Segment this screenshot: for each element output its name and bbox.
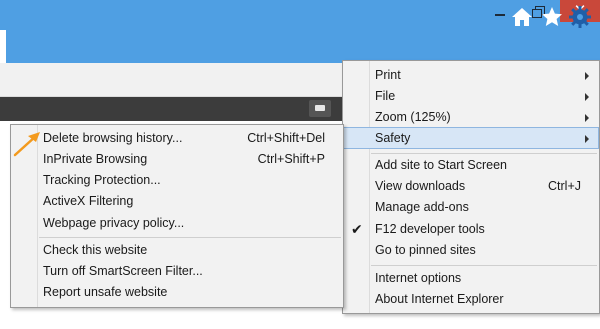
menu-item-print[interactable]: Print <box>343 65 599 86</box>
menu-item-pinned-sites[interactable]: Go to pinned sites <box>343 240 599 261</box>
tools-menu: Print File Zoom (125%) Safety Add site t… <box>342 60 600 314</box>
annotation-arrow-icon <box>13 132 40 157</box>
menu-item-manage-addons[interactable]: Manage add-ons <box>343 197 599 218</box>
menu-item-file[interactable]: File <box>343 86 599 107</box>
command-bar <box>0 30 600 63</box>
minimize-icon <box>495 14 505 16</box>
gear-icon[interactable] <box>568 5 592 29</box>
menu-separator <box>371 265 597 266</box>
menu-item-privacy-policy[interactable]: Webpage privacy policy... <box>11 213 343 234</box>
menu-item-view-downloads[interactable]: View downloads Ctrl+J <box>343 176 599 197</box>
menu-item-tracking-protection[interactable]: Tracking Protection... <box>11 170 343 191</box>
page-area-bar <box>0 97 342 121</box>
menu-item-activex-filtering[interactable]: ActiveX Filtering <box>11 191 343 212</box>
tab-edge[interactable] <box>0 30 6 63</box>
menu-item-internet-options[interactable]: Internet options <box>343 268 599 289</box>
star-icon[interactable] <box>540 5 564 29</box>
submenu-arrow-icon <box>585 135 589 143</box>
menu-item-zoom[interactable]: Zoom (125%) <box>343 107 599 128</box>
safety-submenu: Delete browsing history... Ctrl+Shift+De… <box>10 124 344 308</box>
home-icon[interactable] <box>510 5 534 29</box>
menu-item-report-unsafe[interactable]: Report unsafe website <box>11 282 343 303</box>
submenu-arrow-icon <box>585 93 589 101</box>
menu-separator <box>371 153 597 154</box>
menu-item-check-website[interactable]: Check this website <box>11 240 343 261</box>
menu-item-safety[interactable]: Safety <box>343 127 599 149</box>
feedback-icon[interactable] <box>309 100 331 117</box>
checkmark-icon: ✔ <box>351 221 363 237</box>
menu-item-about-ie[interactable]: About Internet Explorer <box>343 289 599 310</box>
menu-item-inprivate[interactable]: InPrivate Browsing Ctrl+Shift+P <box>11 149 343 170</box>
menu-separator <box>39 237 341 238</box>
menu-item-add-site[interactable]: Add site to Start Screen <box>343 155 599 176</box>
menu-item-delete-history[interactable]: Delete browsing history... Ctrl+Shift+De… <box>11 128 343 149</box>
submenu-arrow-icon <box>585 114 589 122</box>
menu-item-f12-tools[interactable]: ✔ F12 developer tools <box>343 219 599 240</box>
submenu-arrow-icon <box>585 72 589 80</box>
menu-item-smartscreen[interactable]: Turn off SmartScreen Filter... <box>11 261 343 282</box>
